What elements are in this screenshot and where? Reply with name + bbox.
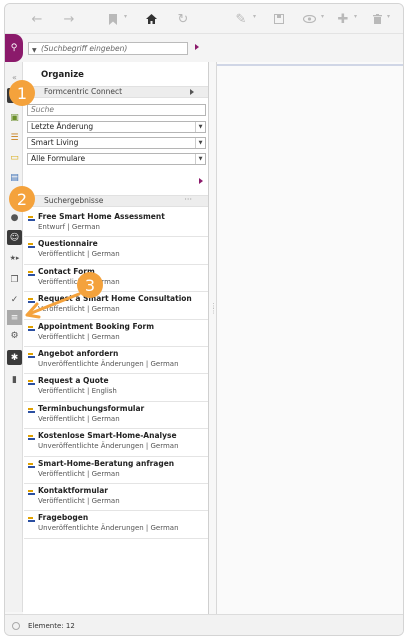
save-icon[interactable] [271,11,287,27]
list-item[interactable]: Contact FormVeröffentlicht | German [24,265,208,293]
chevron-down-icon[interactable]: ▼ [32,45,37,56]
list-item[interactable]: Terminbuchungsformular Veröffentlicht | G… [24,402,208,430]
form-icon [28,380,35,386]
list-item[interactable]: Smart-Home-Beratung anfragen Veröffentlic… [24,457,208,484]
form-icon [28,270,35,277]
list-item[interactable]: Request a Quote Veröffentlicht | English [24,374,208,402]
edit-icon[interactable]: ✎ [233,11,249,27]
form-icon [28,435,35,441]
copy-icon[interactable]: ❐ [7,272,22,287]
panel-search-field[interactable]: Suche [27,104,206,116]
status-bar: Elemente: 12 [5,614,403,635]
forms-icon[interactable]: ≡ [7,310,22,325]
results-label: Suchergebnisse [44,196,104,205]
preview-caret-icon[interactable]: ▾ [321,13,324,20]
callout-badge-1: 1 [9,80,35,106]
form-icon [28,462,35,469]
puzzle-icon[interactable]: ✱ [7,350,22,365]
main-top-divider [217,64,403,66]
section-results: Suchergebnisse ··· [24,195,208,207]
form-icon [28,325,35,332]
form-icon [28,216,35,222]
list-item[interactable]: Kostenlose Smart-Home-Analyse Unveröffent… [24,429,208,457]
type-select-value: Alle Formulare [31,154,86,163]
list-item[interactable]: Fragebogen Unveröffentlichte Änderungen |… [24,511,208,539]
preview-icon[interactable] [301,11,317,27]
sidebar-item-yellow-icon[interactable]: ▭ [7,150,22,165]
back-icon[interactable]: ← [29,11,45,27]
bookmark-icon[interactable] [105,11,121,27]
app-window: ← → ▾ ↻ ✎ ▾ ▾ ✚ ▾ ▾ ⚲ ▼ (Suchbegriff ein… [4,3,404,636]
sidebar-item-grey-icon[interactable]: ● [7,210,22,225]
main-content-area [216,62,403,614]
list-item[interactable]: Angebot anfordern Unveröffentlichte Änder… [24,347,208,375]
sidebar-item-green-icon[interactable]: ▣ [7,110,22,125]
section-formcentric-connect[interactable]: Formcentric Connect [24,86,208,98]
delete-icon[interactable] [369,11,385,27]
list-item[interactable]: Kontaktformular Veröffentlicht | German [24,484,208,512]
apply-filter-icon[interactable] [199,178,203,184]
chevron-right-icon[interactable] [190,89,194,95]
search-input[interactable]: ▼ (Suchbegriff eingeben) [28,42,188,55]
favorites-icon[interactable]: ★▸ [7,250,22,265]
section-label: Formcentric Connect [44,87,123,96]
chevron-down-icon[interactable]: ▼ [195,154,205,164]
chevron-down-icon[interactable]: ▼ [195,122,205,132]
add-caret-icon[interactable]: ▾ [354,13,357,20]
check-icon[interactable]: ✓ [7,292,22,307]
forward-icon[interactable]: → [61,11,77,27]
home-icon[interactable] [143,11,159,27]
side-strip: « ■ ▣ ☰ ▭ ▤ ▦ ● ☺ ★▸ ❐ ✓ ≡ ⚙ ✱ ▮ [5,62,23,612]
settings-icon[interactable]: ⚙ [7,328,22,343]
sort-select-value: Letzte Änderung [31,122,94,131]
stats-icon[interactable]: ▮ [7,372,22,387]
search-icon[interactable]: ⚲ [5,34,23,62]
status-circle-icon [12,622,20,630]
form-icon [28,489,35,496]
search-row: ⚲ ▼ (Suchbegriff eingeben) [5,34,403,62]
toolbar: ← → ▾ ↻ ✎ ▾ ▾ ✚ ▾ ▾ [5,4,403,34]
users-icon[interactable]: ☺ [7,230,22,245]
form-icon [28,407,35,414]
item-count: Elemente: 12 [28,622,75,630]
list-item[interactable]: Free Smart Home Assessment Entwurf | Germ… [24,210,208,238]
panel-title: Organize [41,70,84,80]
sidebar-item-blue-icon[interactable]: ▤ [7,170,22,185]
list-item[interactable]: Appointment Booking Form Veröffentlicht |… [24,320,208,347]
add-icon[interactable]: ✚ [335,11,351,27]
bookmark-caret-icon[interactable]: ▾ [124,13,127,20]
delete-caret-icon[interactable]: ▾ [387,13,390,20]
form-icon [28,352,35,359]
list-item[interactable]: Questionnaire Veröffentlicht | German [24,237,208,265]
sort-select[interactable]: Letzte Änderung ▼ [27,121,206,133]
form-icon [28,243,35,249]
site-select[interactable]: Smart Living ▼ [27,137,206,149]
panel-search-placeholder: Suche [31,105,55,114]
more-icon[interactable]: ··· [184,195,192,205]
reload-icon[interactable]: ↻ [175,11,191,27]
search-go-icon[interactable] [195,44,199,50]
organize-panel: Organize Formcentric Connect Suche Letzt… [23,62,209,614]
chevron-down-icon[interactable]: ▼ [195,138,205,148]
site-select-value: Smart Living [31,138,79,147]
type-select[interactable]: Alle Formulare ▼ [27,153,206,165]
callout-arrow-icon [25,292,81,319]
edit-caret-icon[interactable]: ▾ [253,13,256,20]
search-placeholder: (Suchbegriff eingeben) [41,44,128,53]
sidebar-item-orange-icon[interactable]: ☰ [7,130,22,145]
callout-badge-2: 2 [9,186,35,212]
results-list: Free Smart Home Assessment Entwurf | Germ… [24,210,208,539]
form-icon [28,517,35,523]
